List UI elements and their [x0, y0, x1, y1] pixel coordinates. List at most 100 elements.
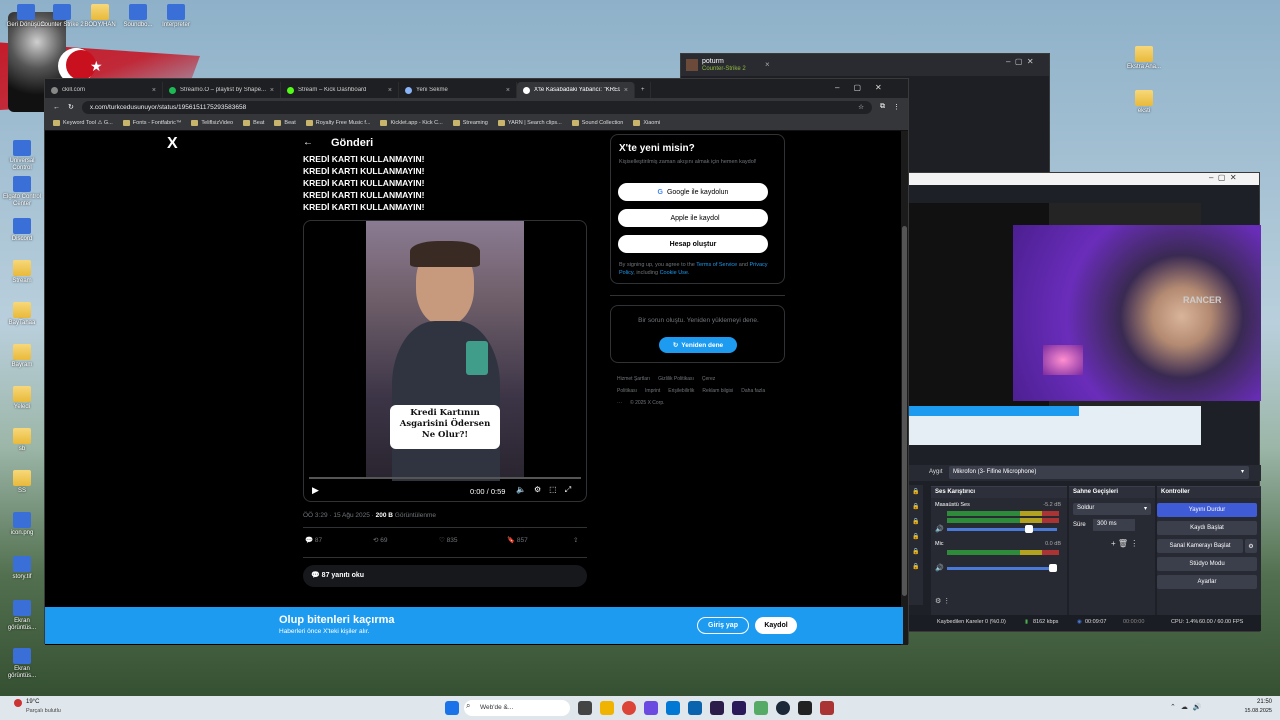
- window-controls[interactable]: –▢✕: [835, 83, 896, 92]
- desktop-volume-handle[interactable]: [1025, 525, 1033, 533]
- gear-icon[interactable]: ⚙: [1245, 539, 1257, 553]
- browser-tab[interactable]: Streamo.O – playlist by Shape... ×: [163, 82, 281, 98]
- desktop-icon[interactable]: Discord: [0, 218, 44, 243]
- desktop-icon[interactable]: BayTahaa: [0, 302, 44, 327]
- desktop-icon[interactable]: Stream: [0, 260, 44, 285]
- address-bar[interactable]: x.com/turkcedusunuyor/status/19561511752…: [81, 100, 872, 114]
- menu-icon[interactable]: ⋮: [893, 103, 900, 111]
- duration-input[interactable]: 300 ms: [1093, 519, 1135, 531]
- video-progress[interactable]: [309, 477, 581, 479]
- footer-link[interactable]: Reklam bilgisi: [702, 388, 733, 394]
- back-arrow-icon[interactable]: ←: [303, 137, 313, 148]
- mic-volume-slider[interactable]: [947, 567, 1057, 570]
- desktop-icon[interactable]: Ekran görüntüs...: [0, 648, 44, 680]
- obs-icon[interactable]: [798, 701, 812, 715]
- bookmark-item[interactable]: TeliflsizVideo: [191, 120, 233, 126]
- browser-tab[interactable]: ckill.com ×: [45, 82, 163, 98]
- app-icon[interactable]: [754, 701, 768, 715]
- mic-volume-handle[interactable]: [1049, 564, 1057, 572]
- new-tab-button[interactable]: +: [635, 82, 651, 98]
- weather-temp[interactable]: 19°C: [26, 699, 39, 705]
- bookmark-button[interactable]: 🔖 857: [507, 536, 528, 544]
- speaker-icon[interactable]: 🔊: [935, 525, 944, 533]
- bookmark-item[interactable]: Kicklet.app - Kick C...: [380, 120, 443, 126]
- speaker-icon[interactable]: 🔊: [935, 564, 944, 572]
- bookmark-item[interactable]: Xiaomi: [633, 120, 660, 126]
- create-account-button[interactable]: Hesap oluştur: [618, 235, 768, 253]
- bookmark-item[interactable]: Keyword Tool ⚠ G...: [53, 120, 113, 126]
- play-icon[interactable]: ▶: [312, 485, 319, 496]
- desktop-volume-slider[interactable]: [947, 528, 1057, 531]
- footer-link[interactable]: Erişilebilirlik: [668, 388, 694, 394]
- steam-icon[interactable]: [776, 701, 790, 715]
- mixer-toolbar-icons[interactable]: ⚙ ⋮: [935, 597, 950, 605]
- login-button[interactable]: Giriş yap: [697, 617, 749, 634]
- clock-time[interactable]: 21:50: [1228, 699, 1272, 705]
- bookmark-item[interactable]: Streaming: [452, 120, 488, 126]
- valorant-icon[interactable]: [820, 701, 834, 715]
- transition-select[interactable]: Soldur ▾: [1073, 503, 1151, 515]
- photoshop-icon[interactable]: [710, 701, 724, 715]
- close-icon[interactable]: ×: [152, 87, 156, 94]
- x-logo-icon[interactable]: X: [167, 135, 178, 153]
- browser-tab[interactable]: Stream – Kick Dashboard ×: [281, 82, 399, 98]
- outlook-icon[interactable]: [688, 701, 702, 715]
- bookmark-item[interactable]: Fonts - Fontfabric™: [122, 120, 181, 126]
- chrome-window[interactable]: ckill.com × Streamo.O – playlist by Shape.…: [44, 78, 909, 645]
- back-icon[interactable]: ←: [53, 104, 60, 111]
- desktop-icon[interactable]: Bayram: [0, 344, 44, 369]
- desktop-icon[interactable]: Universal Control: [0, 140, 44, 172]
- chrome-icon[interactable]: [622, 701, 636, 715]
- browser-tab[interactable]: X'te Kasabadaki Yabancı: "KREDİ... ×: [517, 82, 635, 98]
- bookmark-item[interactable]: Sound Collection: [571, 120, 623, 126]
- signup-button[interactable]: Kaydol: [755, 617, 797, 634]
- video-player[interactable]: Kredi Kartının Asgarisini Ödersen Ne Olu…: [303, 220, 587, 502]
- obs-window-controls[interactable]: – ▢ ✕: [1209, 173, 1237, 182]
- footer-link[interactable]: Hizmet Şartları: [617, 376, 650, 382]
- window-controls[interactable]: – ▢ ✕: [1006, 57, 1034, 66]
- desktop-icon[interactable]: story.tif: [0, 556, 44, 581]
- bookmark-item[interactable]: Beat: [274, 120, 296, 126]
- browser-tab[interactable]: Yeni Sekme ×: [399, 82, 517, 98]
- clock-date[interactable]: 15.08.2025: [1228, 708, 1272, 714]
- tray-icons[interactable]: ⌃☁🔊: [1170, 703, 1207, 711]
- bookmark-item[interactable]: Beat: [243, 120, 264, 126]
- terms-link[interactable]: Terms of Service: [696, 262, 737, 268]
- settings-button[interactable]: Ayarlar: [1157, 575, 1257, 589]
- start-icon[interactable]: [445, 701, 459, 715]
- desktop-icon[interactable]: Elgato Control Center: [0, 176, 44, 208]
- weather-icon[interactable]: [14, 699, 22, 707]
- stop-stream-button[interactable]: Yayını Durdur: [1157, 503, 1257, 517]
- retry-button[interactable]: ↻ Yeniden dene: [659, 337, 737, 353]
- virtual-camera-button[interactable]: Sanal Kamerayı Başlat: [1157, 539, 1243, 553]
- desktop-icon[interactable]: Interpreter: [154, 4, 198, 29]
- edge-icon[interactable]: [666, 701, 680, 715]
- page-scrollbar[interactable]: [901, 131, 908, 645]
- bookmark-item[interactable]: YARN | Search clips...: [497, 120, 562, 126]
- extensions-icon[interactable]: ⧉: [880, 103, 885, 111]
- desktop-icon[interactable]: Ekran görüntüs...: [0, 600, 44, 632]
- desktop-icon[interactable]: eksti: [1122, 90, 1166, 115]
- close-icon[interactable]: ×: [624, 87, 628, 94]
- copilot-icon[interactable]: [644, 701, 658, 715]
- studio-mode-button[interactable]: Stüdyo Modu: [1157, 557, 1257, 571]
- scroll-thumb[interactable]: [902, 226, 907, 596]
- video-controls-icons[interactable]: 🔈⚙⬚⤢: [516, 485, 579, 495]
- star-icon[interactable]: ☆: [858, 103, 864, 111]
- repost-button[interactable]: ⟲ 69: [373, 536, 388, 544]
- footer-link[interactable]: Imprint: [645, 388, 660, 394]
- apple-signup-button[interactable]: Apple ile kaydol: [618, 209, 768, 227]
- close-icon[interactable]: ×: [506, 87, 510, 94]
- taskbar-search[interactable]: Web'de &...: [464, 700, 570, 716]
- cookie-link[interactable]: Cookie Use.: [660, 270, 690, 276]
- close-icon[interactable]: ×: [765, 60, 770, 69]
- read-replies-button[interactable]: 💬 87 yanıtı oku: [303, 565, 587, 587]
- reload-icon[interactable]: ↻: [68, 103, 74, 111]
- close-icon[interactable]: ×: [388, 87, 392, 94]
- bookmark-item[interactable]: Royalty Free Music f...: [305, 120, 370, 126]
- footer-link[interactable]: Gizlilik Politikası: [658, 376, 694, 382]
- task-view-icon[interactable]: [578, 701, 592, 715]
- google-signup-button[interactable]: G Google ile kaydolun: [618, 183, 768, 201]
- desktop-icon[interactable]: sb: [0, 428, 44, 453]
- close-icon[interactable]: ×: [270, 87, 274, 94]
